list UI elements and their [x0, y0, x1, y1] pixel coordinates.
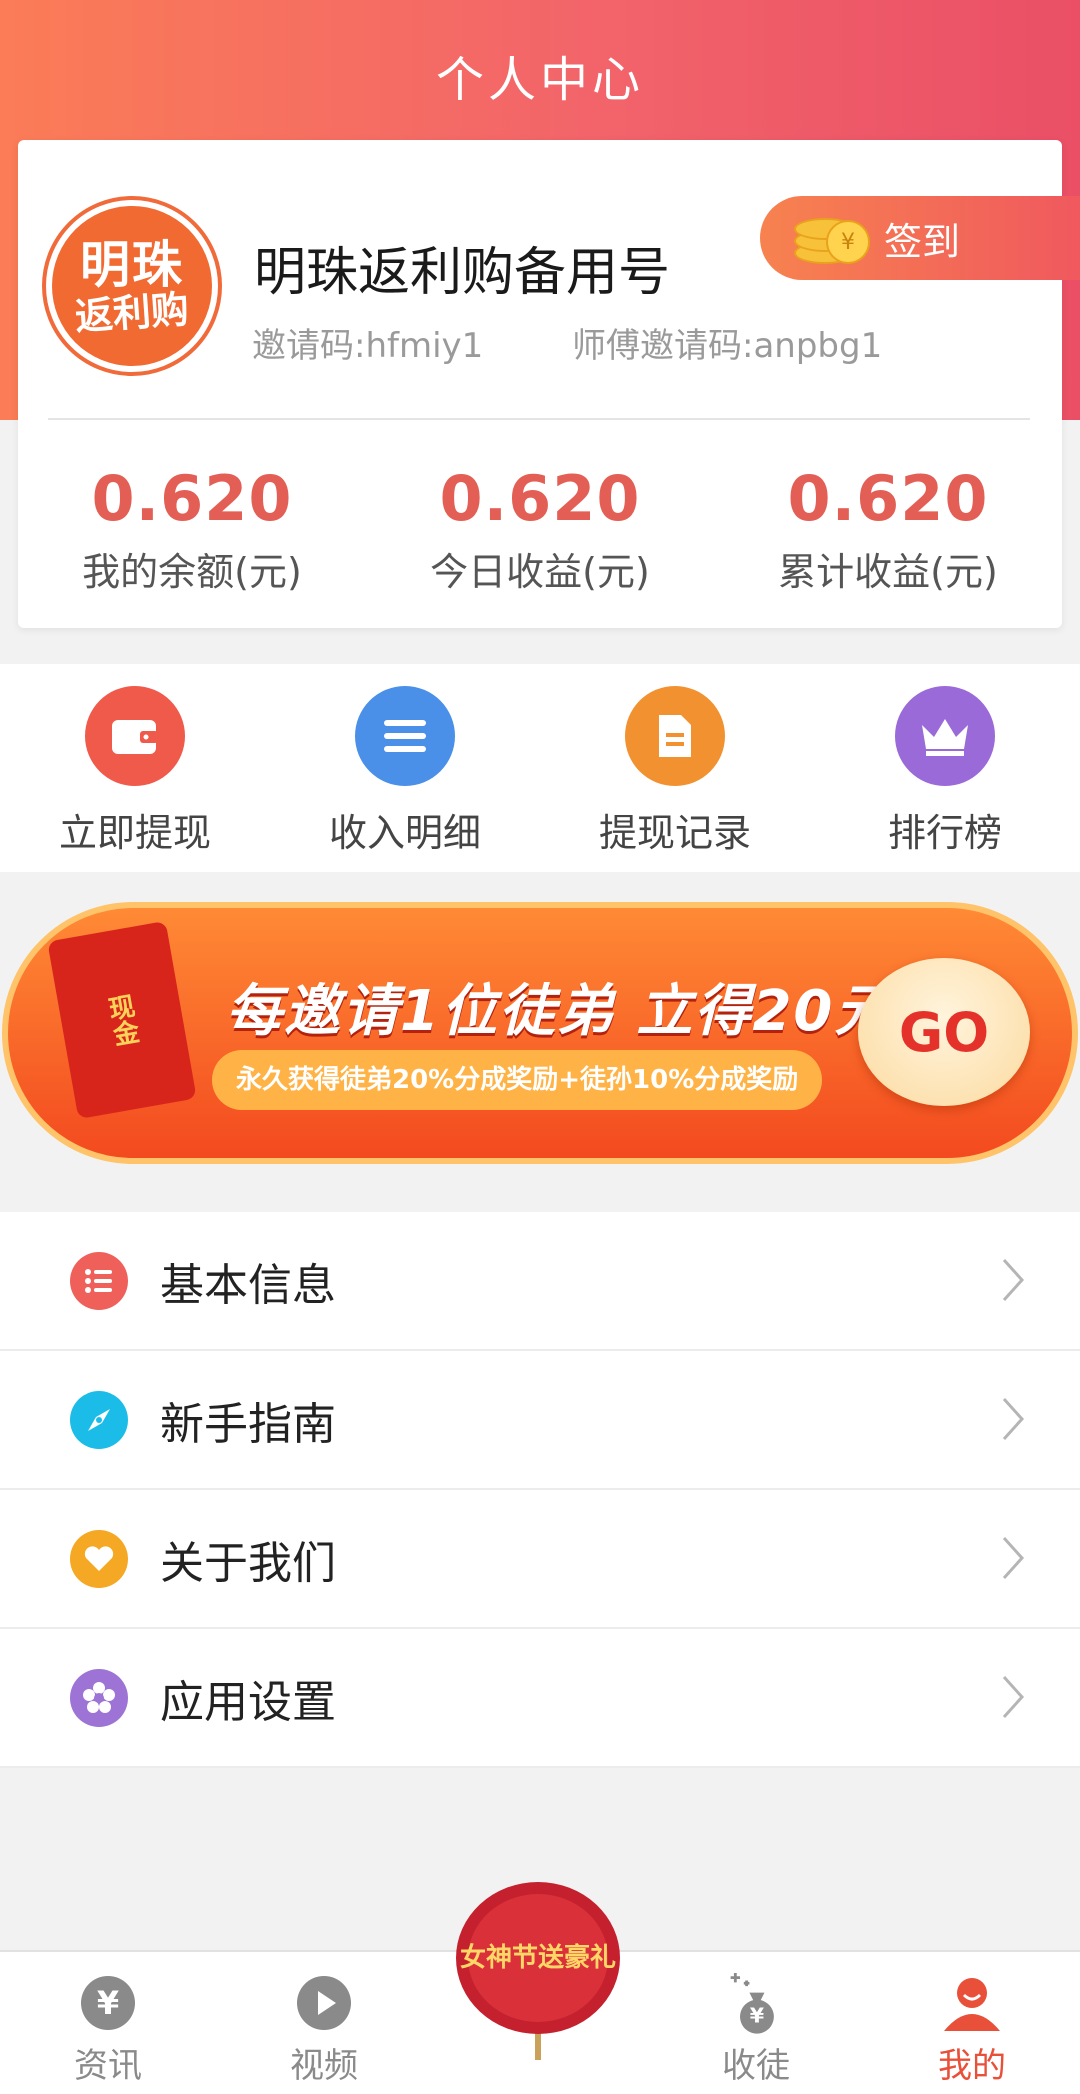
list-icon	[355, 686, 455, 786]
tab-recruit-label: 收徒	[722, 2046, 790, 2086]
stat-balance-value: 0.620	[91, 462, 293, 535]
action-withdraw-label: 立即提现	[58, 811, 211, 855]
stat-total[interactable]: 0.620 累计收益(元)	[714, 462, 1062, 596]
settings-menu: 基本信息 新手指南 关于我们 应用设置	[0, 1212, 1080, 1768]
play-icon	[293, 1972, 355, 2034]
avatar-logo-line1: 明珠	[80, 235, 184, 294]
tab-video-label: 视频	[290, 2046, 358, 2086]
action-leaderboard-label: 排行榜	[887, 811, 1002, 855]
tab-news[interactable]: ¥ 资讯	[0, 1950, 216, 2092]
promo-balloon[interactable]: 女神节送豪礼	[450, 1880, 626, 2070]
document-icon	[625, 686, 725, 786]
page-title: 个人中心	[435, 52, 644, 108]
action-income-detail[interactable]: 收入明细	[270, 664, 540, 872]
user-icon	[941, 1972, 1003, 2034]
crown-icon	[895, 686, 995, 786]
list-icon	[70, 1251, 128, 1310]
action-withdraw-record-label: 提现记录	[598, 811, 751, 855]
avatar-logo: 明珠 返利购	[52, 206, 212, 366]
menu-beginner-guide-label: 新手指南	[160, 1398, 336, 1450]
menu-basic-info[interactable]: 基本信息	[0, 1212, 1080, 1351]
stat-balance-label: 我的余额(元)	[82, 550, 302, 594]
avatar-logo-line2: 返利购	[73, 286, 191, 339]
menu-app-settings-label: 应用设置	[160, 1676, 336, 1728]
menu-basic-info-label: 基本信息	[160, 1259, 336, 1311]
action-withdraw[interactable]: 立即提现	[0, 664, 270, 872]
wallet-icon	[85, 686, 185, 786]
stat-today[interactable]: 0.620 今日收益(元)	[366, 462, 714, 596]
settings-icon	[70, 1668, 128, 1727]
checkin-button[interactable]: ¥ 签到	[760, 196, 1080, 280]
username: 明珠返利购备用号	[254, 243, 671, 303]
promo-text: 女神节送豪礼	[460, 1942, 616, 1973]
menu-about-us[interactable]: 关于我们	[0, 1490, 1080, 1629]
stat-total-value: 0.620	[787, 462, 989, 535]
menu-beginner-guide[interactable]: 新手指南	[0, 1351, 1080, 1490]
action-leaderboard[interactable]: 排行榜	[810, 664, 1080, 872]
svg-text:¥: ¥	[750, 2004, 765, 2028]
stat-total-label: 累计收益(元)	[778, 550, 998, 594]
promo-balloon-icon: 女神节送豪礼	[456, 1882, 620, 2060]
banner-subline: 永久获得徒弟20%分成奖励+徒孙10%分成奖励	[212, 1050, 823, 1110]
quick-actions: 立即提现 收入明细 提现记录 排行榜	[0, 664, 1080, 872]
heart-icon	[70, 1529, 128, 1588]
compass-icon	[70, 1390, 128, 1449]
stat-today-label: 今日收益(元)	[430, 550, 650, 594]
avatar[interactable]: 明珠 返利购	[42, 196, 222, 376]
chevron-right-icon	[1002, 1258, 1025, 1302]
invite-code: 邀请码:hfmiy1	[252, 326, 484, 366]
stat-today-value: 0.620	[439, 462, 641, 535]
yuan-icon: ¥	[77, 1972, 139, 2034]
tab-recruit[interactable]: ¥ 收徒	[648, 1950, 864, 2092]
menu-about-us-label: 关于我们	[160, 1537, 336, 1589]
banner-headline: 每邀请1位徒弟 立得20元	[226, 979, 893, 1044]
action-withdraw-record[interactable]: 提现记录	[540, 664, 810, 872]
chevron-right-icon	[1002, 1675, 1025, 1719]
checkin-label: 签到	[884, 219, 961, 264]
tab-news-label: 资讯	[74, 2046, 142, 2086]
money-bag-icon: ¥	[725, 1972, 787, 2034]
envelope-text: 现金	[102, 991, 141, 1049]
tab-mine[interactable]: 我的	[864, 1950, 1080, 2092]
svg-text:¥: ¥	[97, 1984, 119, 2022]
chevron-right-icon	[1002, 1536, 1025, 1580]
menu-app-settings[interactable]: 应用设置	[0, 1629, 1080, 1768]
divider	[48, 418, 1030, 420]
go-button[interactable]: GO	[858, 958, 1030, 1106]
master-invite-code: 师傅邀请码:anpbg1	[572, 326, 883, 366]
coin-icon: ¥	[794, 212, 870, 264]
stat-balance[interactable]: 0.620 我的余额(元)	[18, 462, 366, 596]
action-income-detail-label: 收入明细	[328, 811, 481, 855]
chevron-right-icon	[1002, 1397, 1025, 1441]
tab-video[interactable]: 视频	[216, 1950, 432, 2092]
tab-mine-label: 我的	[938, 2046, 1006, 2086]
